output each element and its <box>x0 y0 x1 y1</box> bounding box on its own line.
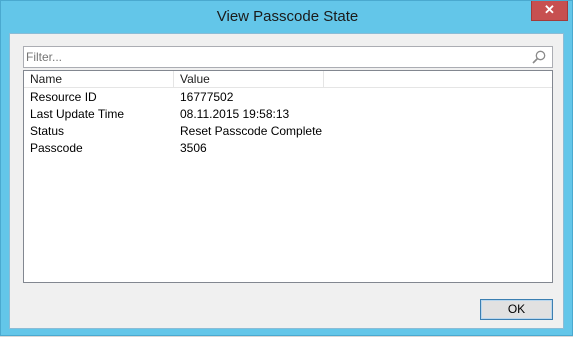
row-value: Reset Passcode Complete <box>180 124 323 138</box>
list-rows: Resource ID 16777502 Last Update Time 08… <box>24 89 552 157</box>
filter-input[interactable] <box>26 48 526 66</box>
ok-button[interactable]: OK <box>480 299 553 320</box>
close-icon: ✕ <box>544 2 555 17</box>
row-name: Status <box>30 124 65 138</box>
row-value: 3506 <box>180 141 207 155</box>
list-row[interactable]: Passcode 3506 <box>24 140 552 157</box>
row-name: Passcode <box>30 141 83 155</box>
list-header: Name Value <box>24 71 552 88</box>
filter-box[interactable] <box>23 46 553 68</box>
row-name: Resource ID <box>30 90 97 104</box>
search-icon[interactable] <box>531 49 547 65</box>
list-row[interactable]: Resource ID 16777502 <box>24 89 552 106</box>
dialog-client-area: Name Value Resource ID 16777502 Last Upd… <box>9 33 564 329</box>
column-header-value[interactable]: Value <box>174 71 324 88</box>
row-name: Last Update Time <box>30 107 125 121</box>
list-row[interactable]: Last Update Time 08.11.2015 19:58:13 <box>24 106 552 123</box>
properties-list[interactable]: Name Value Resource ID 16777502 Last Upd… <box>23 70 553 283</box>
dialog-window: View Passcode State ✕ Name Value Resourc… <box>0 0 573 336</box>
background-strip <box>0 336 573 343</box>
window-title: View Passcode State <box>216 8 359 25</box>
row-value: 08.11.2015 19:58:13 <box>180 107 290 121</box>
list-row[interactable]: Status Reset Passcode Complete <box>24 123 552 140</box>
row-value: 16777502 <box>180 90 234 104</box>
column-header-name[interactable]: Name <box>24 71 174 88</box>
close-button[interactable]: ✕ <box>531 1 568 21</box>
